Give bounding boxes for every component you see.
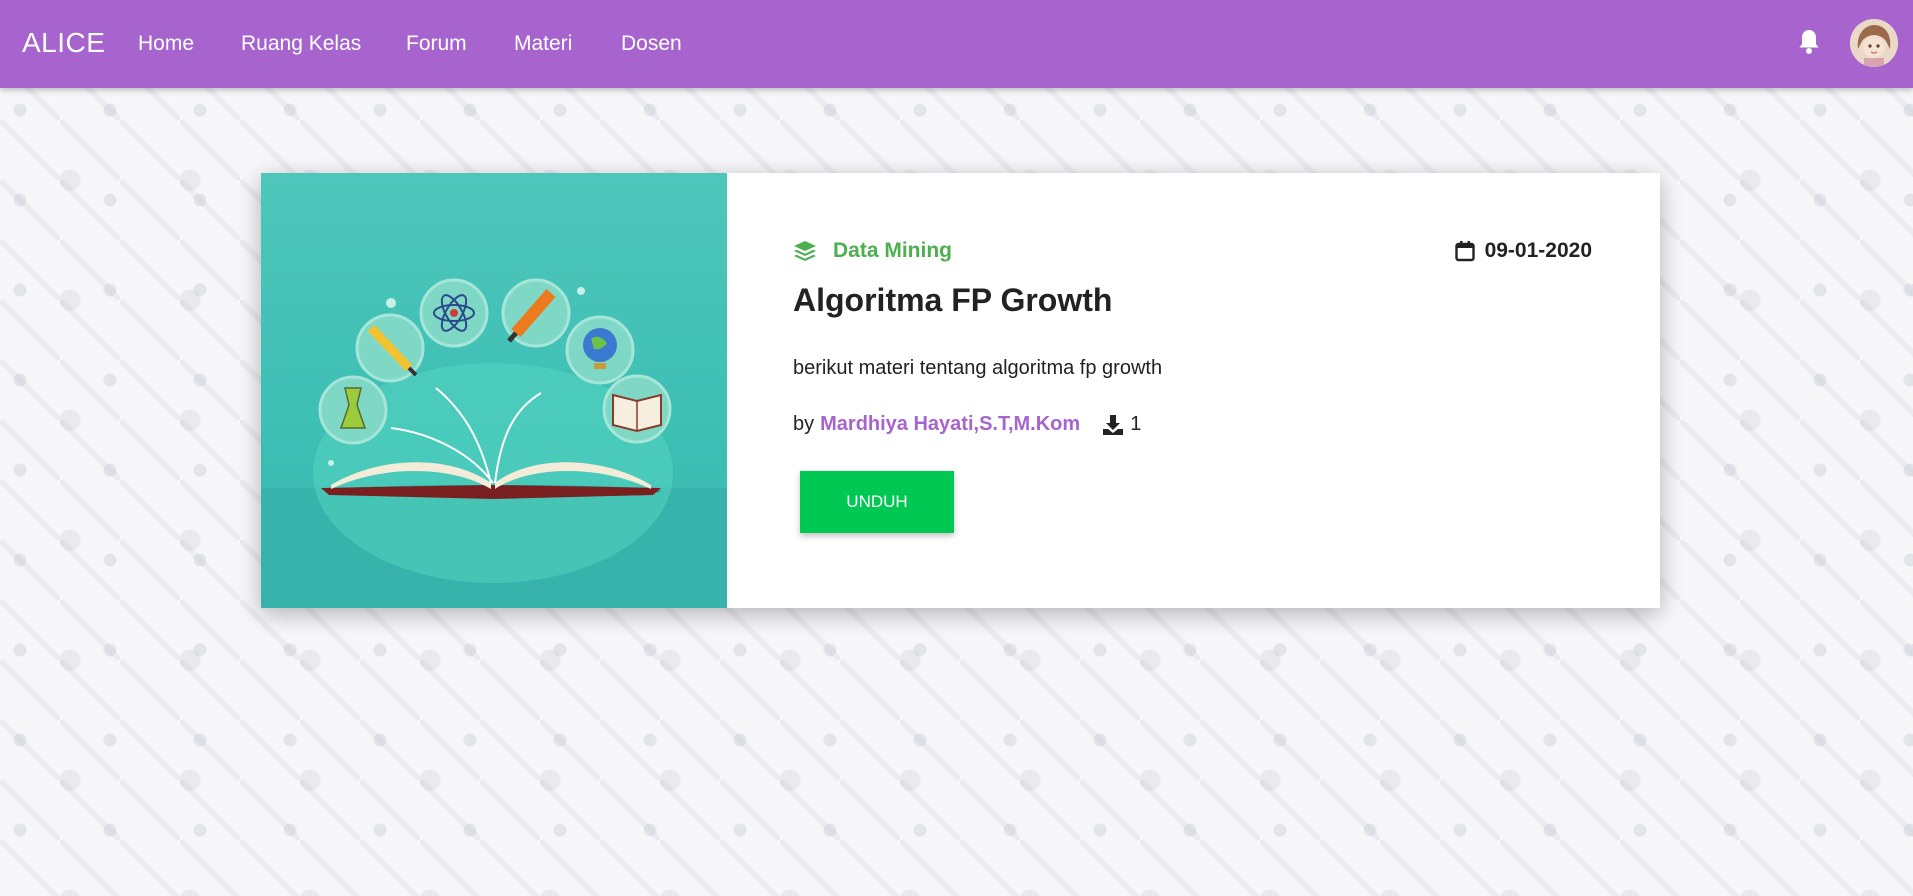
- author-link[interactable]: Mardhiya Hayati,S.T,M.Kom: [820, 413, 1080, 436]
- category[interactable]: Data Mining: [793, 239, 952, 263]
- user-avatar[interactable]: [1850, 19, 1898, 67]
- nav-home[interactable]: Home: [138, 32, 194, 56]
- date-value: 09-01-2020: [1484, 239, 1592, 262]
- date: 09-01-2020: [1454, 239, 1592, 263]
- material-description: berikut materi tentang algoritma fp grow…: [793, 357, 1163, 379]
- layers-icon: [794, 241, 816, 261]
- material-title: Algoritma FP Growth: [793, 282, 1113, 318]
- download-button[interactable]: UNDUH: [800, 471, 954, 533]
- nav-ruang-kelas[interactable]: Ruang Kelas: [241, 32, 361, 56]
- nav-materi[interactable]: Materi: [514, 32, 572, 56]
- card-illustration: [261, 173, 727, 608]
- material-card: Data Mining 09-01-2020 Algoritma FP Grow…: [261, 173, 1660, 608]
- download-count-value: 1: [1130, 413, 1142, 435]
- top-navbar: ALICE Home Ruang Kelas Forum Materi Dose…: [0, 0, 1913, 88]
- nav-dosen[interactable]: Dosen: [621, 32, 682, 56]
- bell-icon[interactable]: [1797, 28, 1821, 56]
- category-label: Data Mining: [833, 239, 952, 262]
- by-label: by: [793, 413, 815, 435]
- card-content: Data Mining 09-01-2020 Algoritma FP Grow…: [727, 173, 1660, 608]
- byline: by Mardhiya Hayati,S.T,M.Kom 1: [793, 413, 1141, 436]
- nav-forum[interactable]: Forum: [406, 32, 467, 56]
- calendar-icon: [1454, 241, 1475, 262]
- download-count: 1: [1102, 413, 1141, 436]
- download-icon: [1103, 414, 1124, 435]
- brand-logo[interactable]: ALICE: [22, 27, 105, 59]
